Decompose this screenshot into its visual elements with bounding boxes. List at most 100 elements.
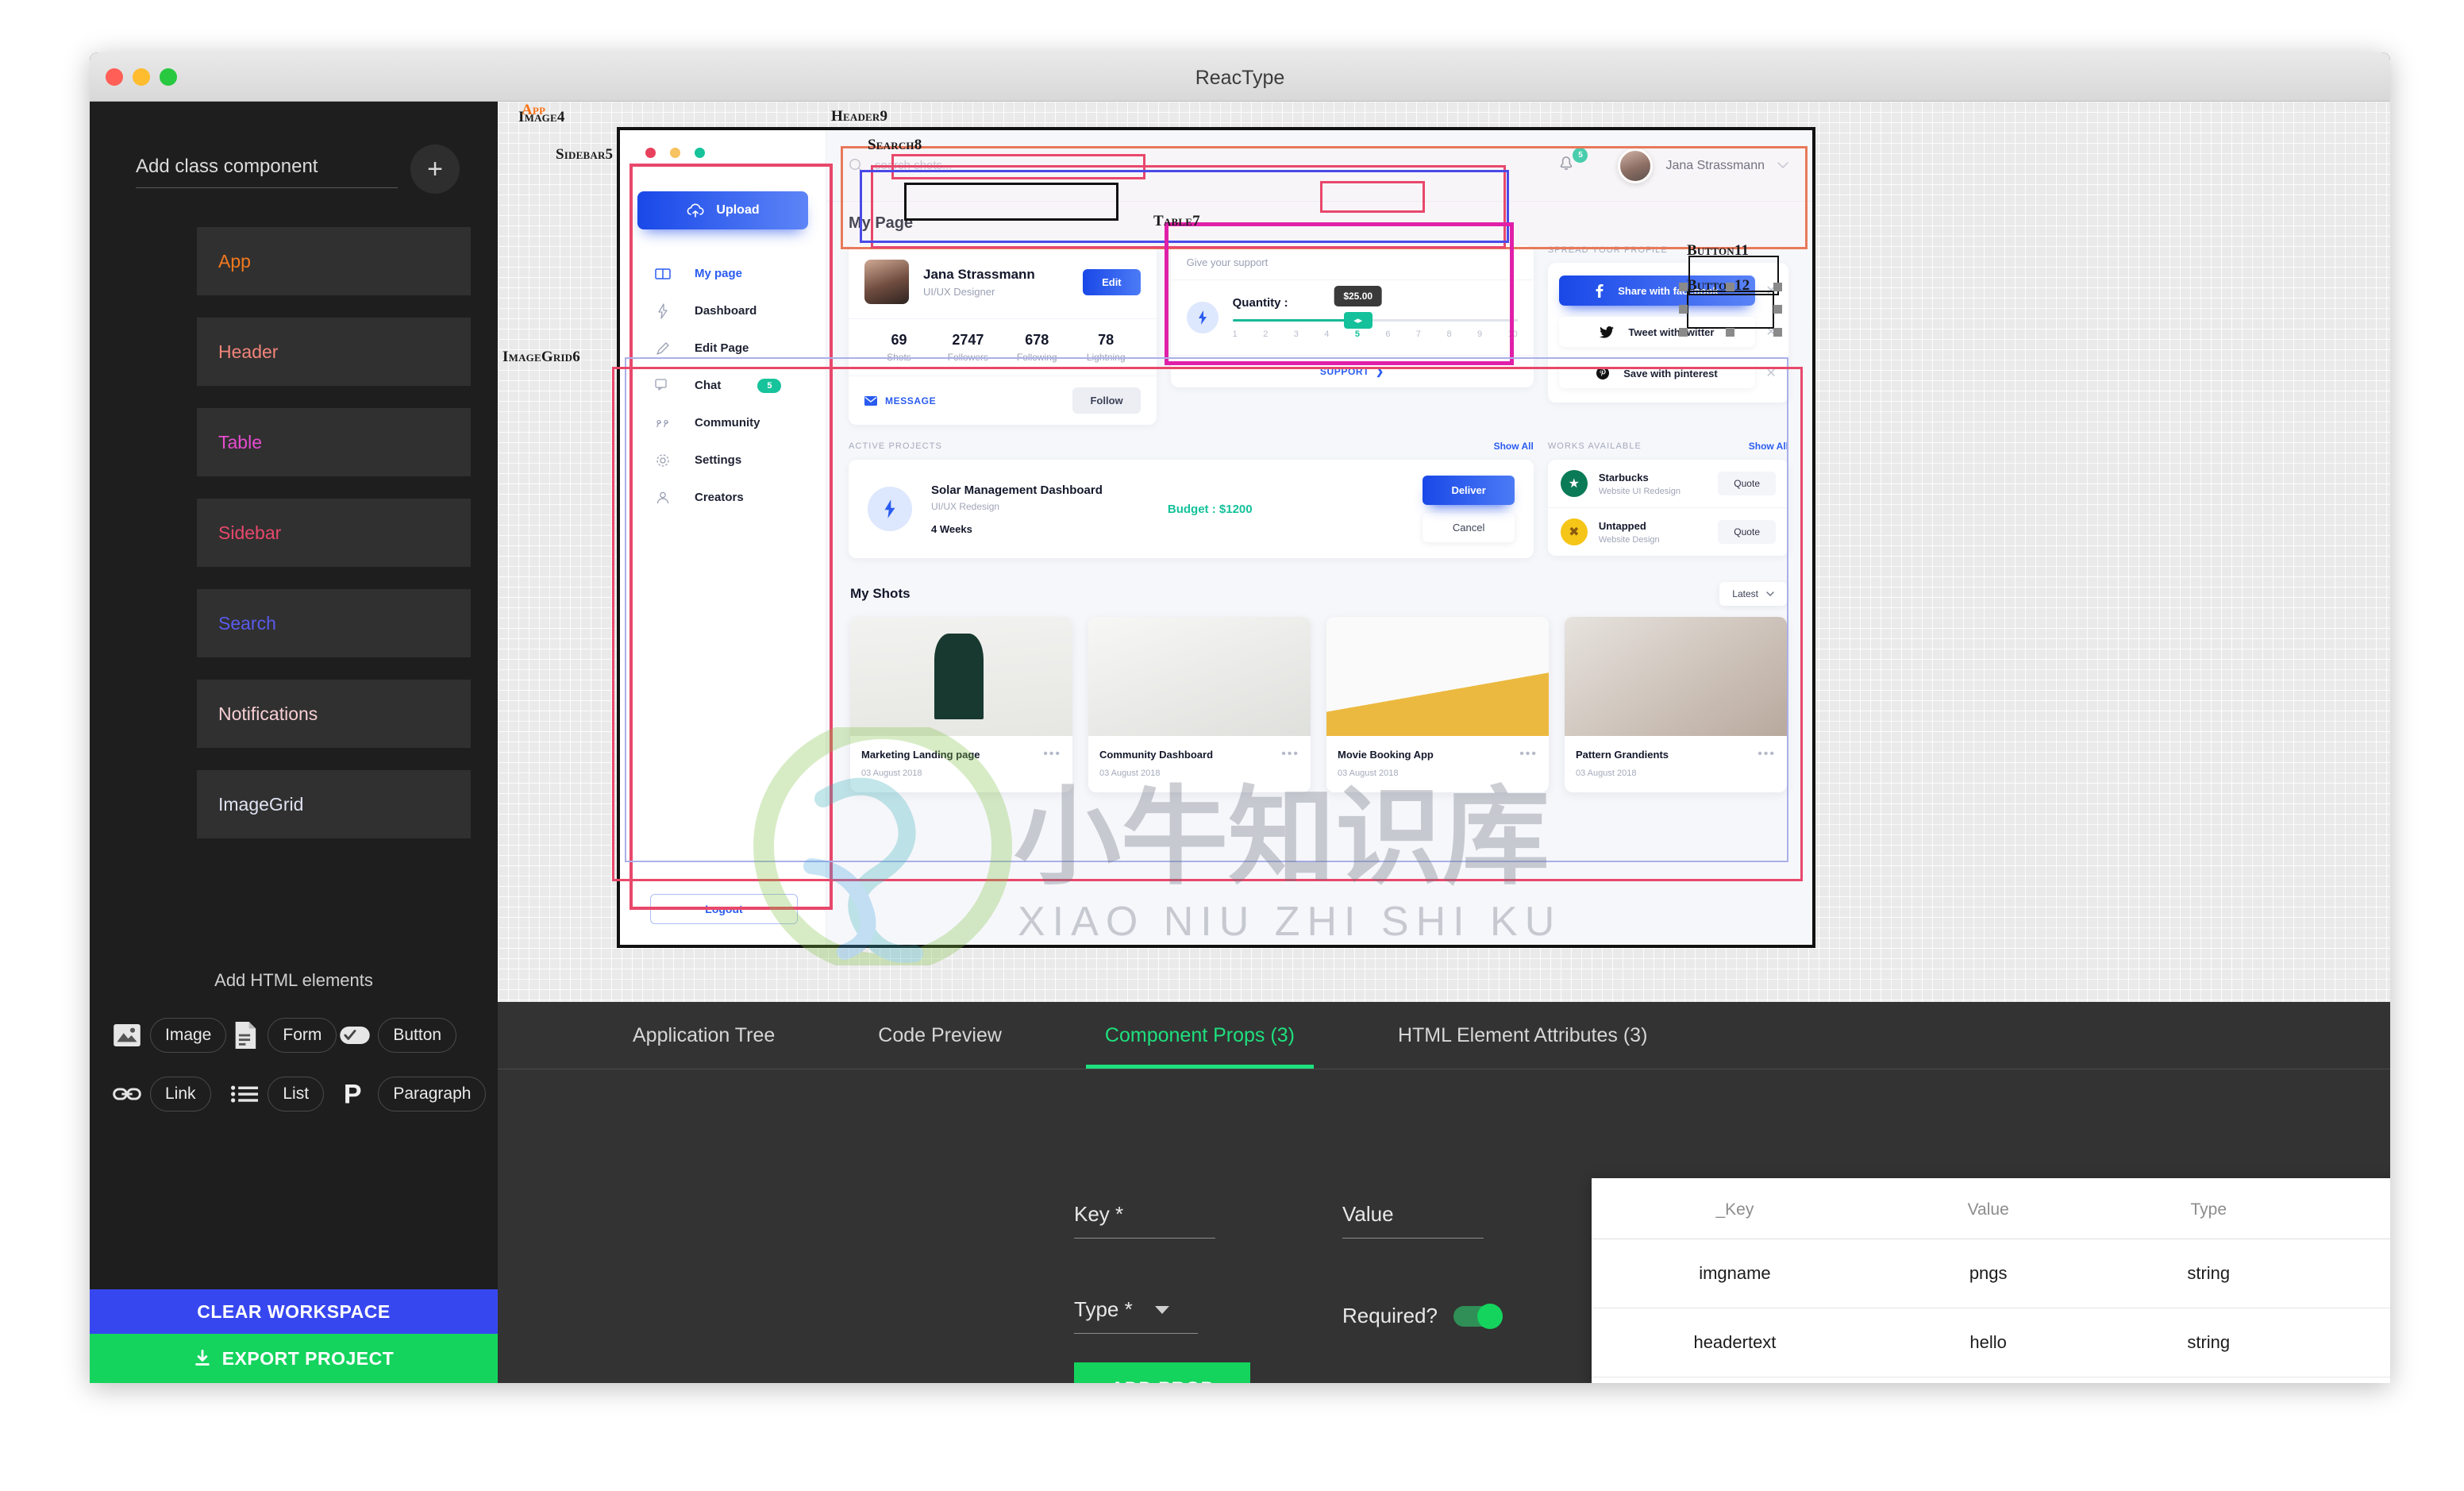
key-field[interactable]: Key * [1074, 1202, 1215, 1239]
stat-followers: 2747 Followers [934, 332, 1003, 363]
component-card-imagegrid[interactable]: ImageGrid [197, 770, 471, 838]
upload-button[interactable]: Upload [637, 191, 808, 229]
message-button[interactable]: MESSAGE [864, 395, 936, 406]
required-toggle[interactable] [1453, 1303, 1503, 1329]
shot-body: Pattern Grandients ••• 03 August 2018 [1565, 736, 1787, 792]
nav-label: Creators [695, 491, 744, 504]
deliver-button[interactable]: Deliver [1423, 476, 1515, 505]
quote-button-untapped[interactable]: Quote [1718, 520, 1776, 544]
list-item[interactable]: Marketing Landing page ••• 03 August 201… [850, 617, 1072, 792]
pinterest-icon [1596, 367, 1610, 379]
html-element-form[interactable]: Form [229, 1018, 337, 1053]
col-required: Required [2319, 1178, 2390, 1239]
add-component-button[interactable]: + [410, 144, 460, 194]
html-element-link[interactable]: Link [112, 1077, 226, 1112]
slider-thumb[interactable]: ◂▸ [1343, 312, 1373, 329]
show-all-link[interactable]: Show All [1494, 441, 1534, 452]
html-element-list[interactable]: List [229, 1077, 337, 1112]
list-item[interactable]: Movie Booking App ••• 03 August 2018 [1326, 617, 1549, 792]
component-card-table[interactable]: Table [197, 408, 471, 476]
shot-thumbnail [1088, 617, 1311, 736]
share-pinterest-button[interactable]: Save with pinterest [1558, 358, 1756, 388]
app-window: ReacType + App Header + Table + [90, 52, 2390, 1383]
html-element-button[interactable]: Button [340, 1018, 486, 1053]
nav-item-creators[interactable]: Creators [620, 479, 826, 516]
mock-app-preview[interactable]: Upload My page Dashboard Edit Page Chat … [617, 127, 1815, 948]
component-card-notifications[interactable]: Notifications [197, 680, 471, 748]
design-canvas[interactable]: App Image4 Sidebar5 Header9 Search8 Tabl… [498, 102, 2390, 1002]
shot-name: Marketing Landing page [861, 748, 980, 761]
shots-sort-select[interactable]: Latest [1719, 582, 1787, 606]
close-icon[interactable]: ✕ [1765, 324, 1777, 340]
close-icon[interactable]: ✕ [1765, 283, 1777, 299]
list-item[interactable]: Community Dashboard ••• 03 August 2018 [1088, 617, 1311, 792]
nav-item-dashboard[interactable]: Dashboard [620, 292, 826, 329]
edit-profile-button[interactable]: Edit [1083, 268, 1141, 295]
type-select[interactable]: Type * [1074, 1297, 1198, 1334]
component-card-sidebar[interactable]: Sidebar [197, 499, 471, 567]
notifications-bell[interactable]: 5 [1556, 147, 1588, 179]
quote-button-starbucks[interactable]: Quote [1718, 472, 1776, 495]
more-options-icon[interactable]: ••• [1758, 747, 1776, 761]
more-options-icon[interactable]: ••• [1281, 747, 1299, 761]
support-cta-button[interactable]: SUPPORT ❯ [1171, 356, 1534, 387]
nav-item-my-page[interactable]: My page [620, 255, 826, 292]
tab-application-tree[interactable]: Application Tree [614, 1002, 794, 1069]
paragraph-icon: P [340, 1079, 370, 1109]
tick: 8 [1446, 329, 1452, 339]
add-class-component-input[interactable] [136, 150, 398, 188]
slider-track[interactable]: $25.00 ◂▸ [1232, 286, 1518, 329]
html-element-form-label: Form [268, 1018, 337, 1053]
image-icon [112, 1020, 142, 1050]
component-card-search[interactable]: Search [197, 589, 471, 657]
show-all-link[interactable]: Show All [1749, 441, 1788, 452]
avatar [864, 260, 909, 304]
table-row: ★ Starbucks Website UI Redesign Quote [1547, 460, 1788, 507]
more-options-icon[interactable]: ••• [1043, 747, 1061, 761]
cancel-button[interactable]: Cancel [1423, 513, 1515, 542]
tab-html-element-attributes[interactable]: HTML Element Attributes (3) [1379, 1002, 1666, 1069]
html-element-paragraph[interactable]: P Paragraph [340, 1077, 487, 1112]
stat-shots: 69 Shots [864, 332, 934, 363]
stat-label: Following [1016, 352, 1057, 363]
nav-item-settings[interactable]: Settings [620, 441, 826, 479]
cell-required: true [2319, 1308, 2390, 1377]
clear-workspace-button[interactable]: CLEAR WORKSPACE [90, 1289, 498, 1334]
tag-button12: Button12 [1687, 277, 1750, 294]
component-card-app[interactable]: App [197, 227, 471, 295]
key-input-underline [1074, 1238, 1215, 1239]
more-options-icon[interactable]: ••• [1519, 747, 1538, 761]
mock-min-dot [670, 148, 680, 158]
nav-item-chat[interactable]: Chat 5 [620, 367, 826, 404]
tab-code-preview[interactable]: Code Preview [859, 1002, 1021, 1069]
logout-button[interactable]: Logout [650, 894, 798, 924]
tag-app: App [522, 102, 546, 118]
profile-card-top: Jana Strassmann UI/UX Designer Edit [849, 245, 1157, 319]
component-card-header[interactable]: Header [197, 318, 471, 386]
stat-label: Shots [887, 352, 911, 363]
stat-following: 678 Following [1003, 332, 1072, 363]
value-field[interactable]: Value [1342, 1202, 1484, 1239]
add-prop-button[interactable]: ADD PROP [1074, 1362, 1250, 1383]
list-item[interactable]: Pattern Grandients ••• 03 August 2018 [1565, 617, 1787, 792]
search-input[interactable]: search shots... [849, 158, 1542, 173]
html-element-image[interactable]: Image [112, 1018, 227, 1053]
share-twitter-button[interactable]: Tweet with twitter [1558, 317, 1756, 347]
follow-button[interactable]: Follow [1072, 387, 1141, 414]
tick-current: 5 [1354, 329, 1360, 339]
html-element-paragraph-label: Paragraph [378, 1077, 487, 1112]
support-cta-label: SUPPORT [1319, 366, 1370, 377]
nav-item-edit-page[interactable]: Edit Page [620, 329, 826, 367]
export-project-button[interactable]: EXPORT PROJECT [90, 1334, 498, 1383]
bolt-icon [868, 487, 912, 531]
quantity-slider[interactable]: Quantity : $25.00 ◂▸ 1 2 3 4 5 6 7 8 9 1… [1232, 286, 1518, 339]
toggle-knob [1476, 1303, 1503, 1329]
user-menu[interactable]: Jana Strassmann [1618, 148, 1788, 183]
close-icon[interactable]: ✕ [1765, 365, 1777, 381]
nav-item-community[interactable]: Community [620, 404, 826, 441]
tab-component-props[interactable]: Component Props (3) [1085, 1002, 1314, 1069]
nav-label: Community [695, 416, 760, 430]
left-sidebar: + App Header + Table + Sidebar + [90, 102, 530, 1383]
html-elements-title: Add HTML elements [214, 970, 373, 990]
html-elements-section: Add HTML elements Image Form Button Link… [90, 970, 498, 1112]
